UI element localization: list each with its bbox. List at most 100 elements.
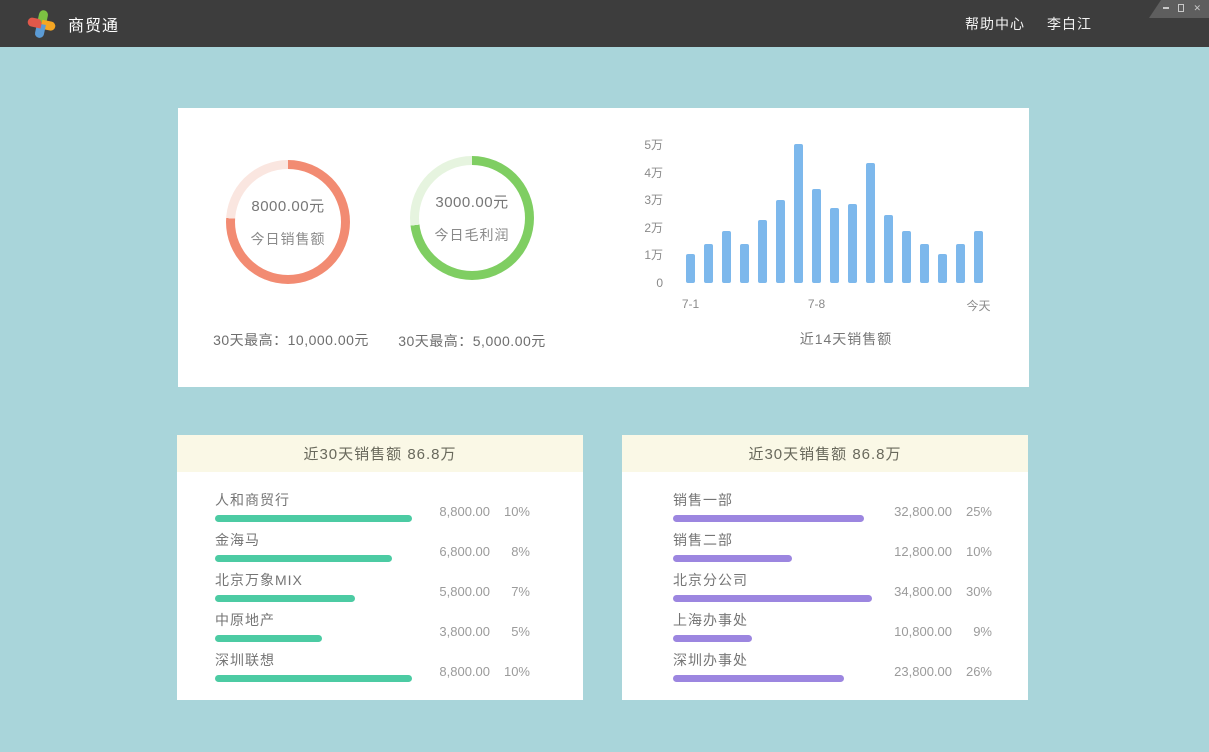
today-sales-donut: 8000.00元 今日销售额 [226,160,350,284]
department-card-title: 近30天销售额 86.8万 [622,435,1028,472]
item-bar [673,675,844,682]
list-item: 中原地产3,800.005% [215,611,530,642]
bar [866,163,875,283]
item-values: 12,800.0010% [868,544,992,559]
item-values: 3,800.005% [406,624,530,639]
donut-center: 8000.00元 今日销售额 [235,169,341,275]
item-values: 6,800.008% [406,544,530,559]
list-item: 北京万象MIX5,800.007% [215,571,530,602]
y-tick-label: 1万 [613,247,663,263]
x-tick-label: 7-8 [808,297,825,311]
item-amount: 32,800.00 [868,504,952,519]
today-profit-label: 今日毛利润 [435,225,510,245]
item-bar [673,515,864,522]
bar [956,244,965,283]
bar [686,254,695,283]
sales-chart-title: 近14天销售额 [696,329,996,349]
item-values: 8,800.0010% [406,504,530,519]
item-values: 5,800.007% [406,584,530,599]
item-amount: 10,800.00 [868,624,952,639]
bar [812,189,821,283]
bar [830,208,839,283]
item-amount: 12,800.00 [868,544,952,559]
bar [920,244,929,283]
donut-center: 3000.00元 今日毛利润 [419,165,525,271]
x-tick-label: 今天 [966,297,990,314]
close-icon[interactable]: ✕ [1193,4,1201,13]
dashboard: 8000.00元 今日销售额 30天最高：10,000.00元 3000.00元… [0,47,1209,752]
item-amount: 34,800.00 [868,584,952,599]
list-item: 上海办事处10,800.009% [673,611,992,642]
maximize-icon[interactable] [1178,4,1185,12]
list-item: 金海马6,800.008% [215,531,530,562]
today-profit-donut: 3000.00元 今日毛利润 [410,156,534,280]
bar [884,215,893,283]
list-item: 深圳联想8,800.0010% [215,651,530,682]
item-bar [215,675,412,682]
item-percent: 25% [952,504,992,519]
bar [938,254,947,283]
item-percent: 10% [952,544,992,559]
item-values: 32,800.0025% [868,504,992,519]
item-amount: 8,800.00 [406,504,490,519]
today-sales-value: 8000.00元 [251,195,324,216]
today-profit-value: 3000.00元 [435,191,508,212]
user-name-link[interactable]: 李白江 [1047,14,1092,34]
list-item: 人和商贸行8,800.0010% [215,491,530,522]
customer-card-title: 近30天销售额 86.8万 [177,435,583,472]
bar [902,231,911,283]
minimize-icon[interactable] [1163,7,1169,9]
app-header: 商贸通 帮助中心 李白江 ✕ [0,0,1209,47]
item-percent: 8% [490,544,530,559]
customer-sales-card: 近30天销售额 86.8万 人和商贸行8,800.0010% 金海马6,800.0… [177,435,583,700]
sales-chart-y-axis: 5万4万3万2万1万0 [613,145,663,283]
department-list: 销售一部32,800.0025% 销售二部12,800.0010% 北京分公司34,… [622,472,1028,682]
y-tick-label: 4万 [613,165,663,181]
item-amount: 23,800.00 [868,664,952,679]
customer-list: 人和商贸行8,800.0010% 金海马6,800.008% 北京万象MIX5,80… [177,472,583,682]
topbar-menu: 帮助中心 李白江 [965,0,1092,47]
bar [776,200,785,283]
app-title: 商贸通 [68,12,119,36]
bar [722,231,731,283]
bar [740,244,749,283]
sales-chart-x-axis: 7-17-8今天 [686,291,986,309]
list-item: 深圳办事处23,800.0026% [673,651,992,682]
item-percent: 10% [490,504,530,519]
today-profit-max-note: 30天最高：5,000.00元 [332,331,612,351]
bar [758,220,767,283]
today-sales-label: 今日销售额 [251,229,326,249]
sales-chart-plot [686,145,986,283]
y-tick-label: 2万 [613,220,663,236]
y-tick-label: 5万 [613,137,663,153]
item-percent: 30% [952,584,992,599]
item-amount: 8,800.00 [406,664,490,679]
item-bar [673,635,752,642]
list-item: 销售二部12,800.0010% [673,531,992,562]
y-tick-label: 0 [613,275,663,291]
item-percent: 7% [490,584,530,599]
item-bar [673,555,792,562]
item-values: 23,800.0026% [868,664,992,679]
today-summary-card: 8000.00元 今日销售额 30天最高：10,000.00元 3000.00元… [178,108,1029,387]
list-item: 北京分公司34,800.0030% [673,571,992,602]
item-percent: 9% [952,624,992,639]
app-window: 商贸通 帮助中心 李白江 ✕ 8000.00元 今日销售额 30天最高：10,0… [0,0,1209,47]
item-amount: 5,800.00 [406,584,490,599]
window-controls: ✕ [1149,0,1209,18]
x-tick-label: 7-1 [682,297,699,311]
item-percent: 26% [952,664,992,679]
item-bar [215,515,412,522]
item-amount: 6,800.00 [406,544,490,559]
item-percent: 10% [490,664,530,679]
help-center-link[interactable]: 帮助中心 [965,14,1025,34]
list-item: 销售一部32,800.0025% [673,491,992,522]
item-bar [673,595,872,602]
bar [974,231,983,283]
y-tick-label: 3万 [613,192,663,208]
item-percent: 5% [490,624,530,639]
item-values: 10,800.009% [868,624,992,639]
bar [848,204,857,283]
item-bar [215,555,392,562]
department-sales-card: 近30天销售额 86.8万 销售一部32,800.0025% 销售二部12,800… [622,435,1028,700]
